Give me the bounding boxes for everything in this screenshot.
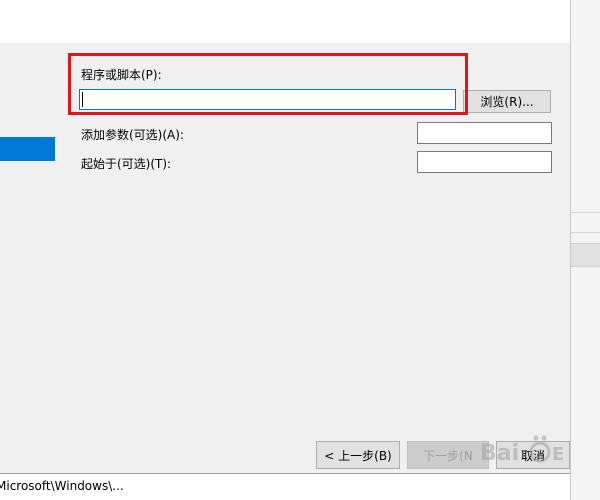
back-button[interactable]: < 上一步(B): [316, 441, 400, 469]
nav-item-selected[interactable]: [0, 137, 55, 161]
panel-divider: [571, 232, 600, 233]
status-path: Microsoft\Windows\...: [0, 479, 124, 493]
dialog-header: [0, 0, 570, 43]
right-side-panel: [570, 0, 600, 500]
args-label: 添加参数(可选)(A):: [81, 128, 184, 142]
cancel-button[interactable]: 取消: [496, 441, 570, 469]
panel-row[interactable]: [571, 243, 600, 267]
browse-button[interactable]: 浏览(R)...: [463, 90, 551, 113]
program-input[interactable]: [79, 89, 456, 110]
start-in-input[interactable]: [417, 151, 552, 173]
panel-divider: [571, 212, 600, 213]
args-input[interactable]: [417, 122, 552, 144]
next-button[interactable]: 下一步(N: [407, 441, 489, 469]
text-caret: [82, 92, 83, 107]
start-in-label: 起始于(可选)(T):: [81, 157, 172, 171]
program-label: 程序或脚本(P):: [81, 68, 162, 82]
